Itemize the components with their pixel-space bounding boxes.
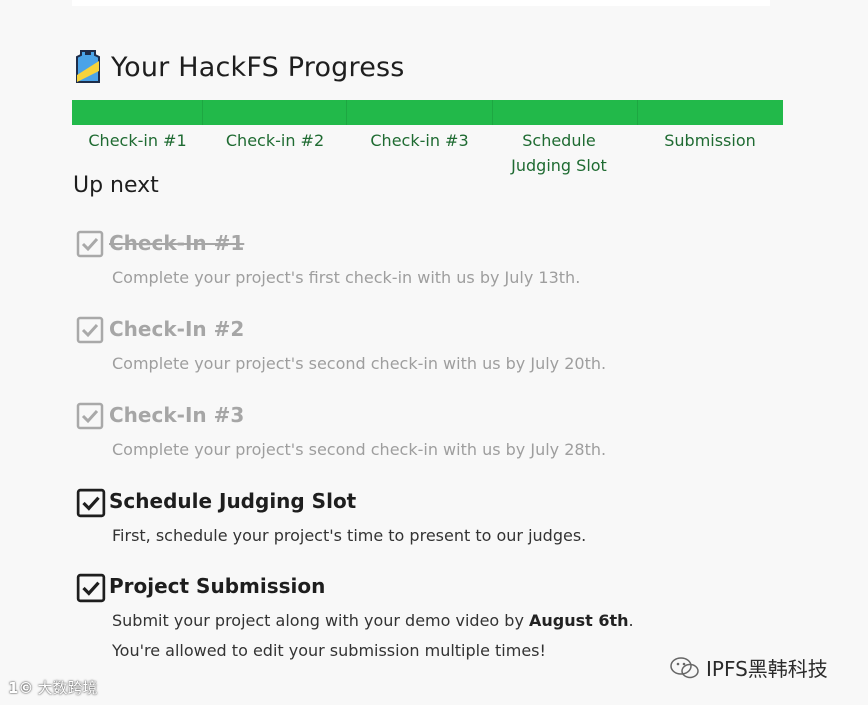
- progress-segment-checkin-2: [203, 100, 348, 125]
- top-divider: [72, 0, 770, 6]
- task-deadline: August 6th: [529, 611, 629, 630]
- watermark-left-text: 大数跨境: [37, 679, 98, 697]
- checkbox-checked-icon[interactable]: [76, 573, 106, 603]
- task-checkin-3: Check-In #3 Complete your project's seco…: [76, 398, 606, 462]
- task-description: Complete your project's second check-in …: [112, 354, 607, 373]
- step-label-judging: Schedule Judging Slot: [511, 131, 607, 175]
- progress-segment-checkin-3: [347, 100, 493, 125]
- page-header: Your HackFS Progress: [73, 47, 405, 87]
- task-note: You're allowed to edit your submission m…: [112, 641, 546, 660]
- task-title: Check-In #1: [109, 231, 245, 255]
- wechat-icon: [670, 656, 700, 680]
- watermark-right-text: IPFS黑韩科技: [706, 657, 828, 681]
- checkbox-checked-icon[interactable]: [76, 316, 104, 344]
- checkbox-checked-icon[interactable]: [76, 230, 104, 258]
- step-label-submission: Submission: [664, 131, 756, 150]
- task-description: Complete your project's first check-in w…: [112, 268, 581, 287]
- task-schedule-judging: Schedule Judging Slot First, schedule yo…: [76, 484, 586, 548]
- task-description-text: Submit your project along with your demo…: [112, 611, 529, 630]
- task-checkin-1: Check-In #1 Complete your project's firs…: [76, 226, 580, 290]
- progress-step-labels: Check-in #1 Check-in #2 Check-in #3 Sche…: [72, 128, 783, 178]
- task-description: Submit your project along with your demo…: [112, 609, 634, 633]
- task-title: Check-In #3: [109, 403, 245, 427]
- task-description: Complete your project's second check-in …: [112, 440, 607, 459]
- progress-segment-submission: [637, 100, 783, 125]
- up-next-heading: Up next: [73, 173, 159, 198]
- checkbox-checked-icon[interactable]: [76, 488, 106, 518]
- task-description: First, schedule your project's time to p…: [112, 526, 587, 545]
- task-description-end: .: [628, 611, 634, 630]
- watermark-logo-icon: 1©: [8, 678, 34, 697]
- task-title: Project Submission: [109, 574, 326, 598]
- step-label-checkin-3: Check-in #3: [370, 131, 469, 150]
- progress-segment-checkin-1: [72, 100, 204, 125]
- building-badge-icon: [73, 49, 103, 85]
- page-title: Your HackFS Progress: [111, 51, 405, 83]
- task-checkin-2: Check-In #2 Complete your project's seco…: [76, 312, 606, 376]
- progress-segment-judging: [492, 100, 638, 125]
- progress-page: Your HackFS Progress Check-in #1 Check-i…: [0, 0, 868, 705]
- watermark-left: 1© 大数跨境: [8, 677, 97, 698]
- checkbox-checked-icon[interactable]: [76, 402, 104, 430]
- task-project-submission: Project Submission Submit your project a…: [76, 569, 634, 663]
- task-title: Check-In #2: [109, 317, 245, 341]
- progress-bar: [72, 100, 783, 125]
- step-label-checkin-2: Check-in #2: [225, 131, 325, 150]
- task-title: Schedule Judging Slot: [109, 489, 357, 513]
- step-label-checkin-1: Check-in #1: [88, 131, 187, 150]
- watermark-right: IPFS黑韩科技: [670, 653, 828, 682]
